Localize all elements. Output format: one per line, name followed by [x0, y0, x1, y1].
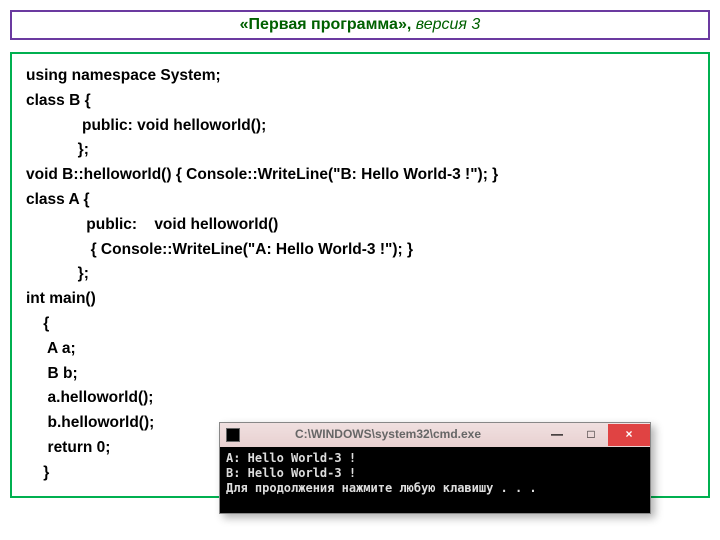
cmd-button-group: — □ × — [540, 424, 650, 446]
code-box: using namespace System; class B { public… — [10, 52, 710, 498]
minimize-button[interactable]: — — [540, 424, 574, 446]
title-text: «Первая программа», — [240, 16, 416, 33]
cmd-body: A: Hello World-3 ! B: Hello World-3 ! Дл… — [220, 447, 650, 513]
close-button[interactable]: × — [608, 424, 650, 446]
slide-title: «Первая программа», версия 3 — [10, 10, 710, 40]
title-version: версия 3 — [416, 16, 481, 33]
maximize-button[interactable]: □ — [574, 424, 608, 446]
minimize-icon: — — [551, 425, 563, 444]
cmd-titlebar: C:\WINDOWS\system32\cmd.exe — □ × — [220, 423, 650, 447]
close-icon: × — [625, 425, 632, 444]
cmd-window: C:\WINDOWS\system32\cmd.exe — □ × A: Hel… — [219, 422, 651, 514]
cmd-icon — [226, 428, 240, 442]
cmd-output: A: Hello World-3 ! B: Hello World-3 ! Дл… — [226, 451, 644, 496]
maximize-icon: □ — [587, 425, 594, 444]
cmd-title: C:\WINDOWS\system32\cmd.exe — [246, 425, 540, 444]
